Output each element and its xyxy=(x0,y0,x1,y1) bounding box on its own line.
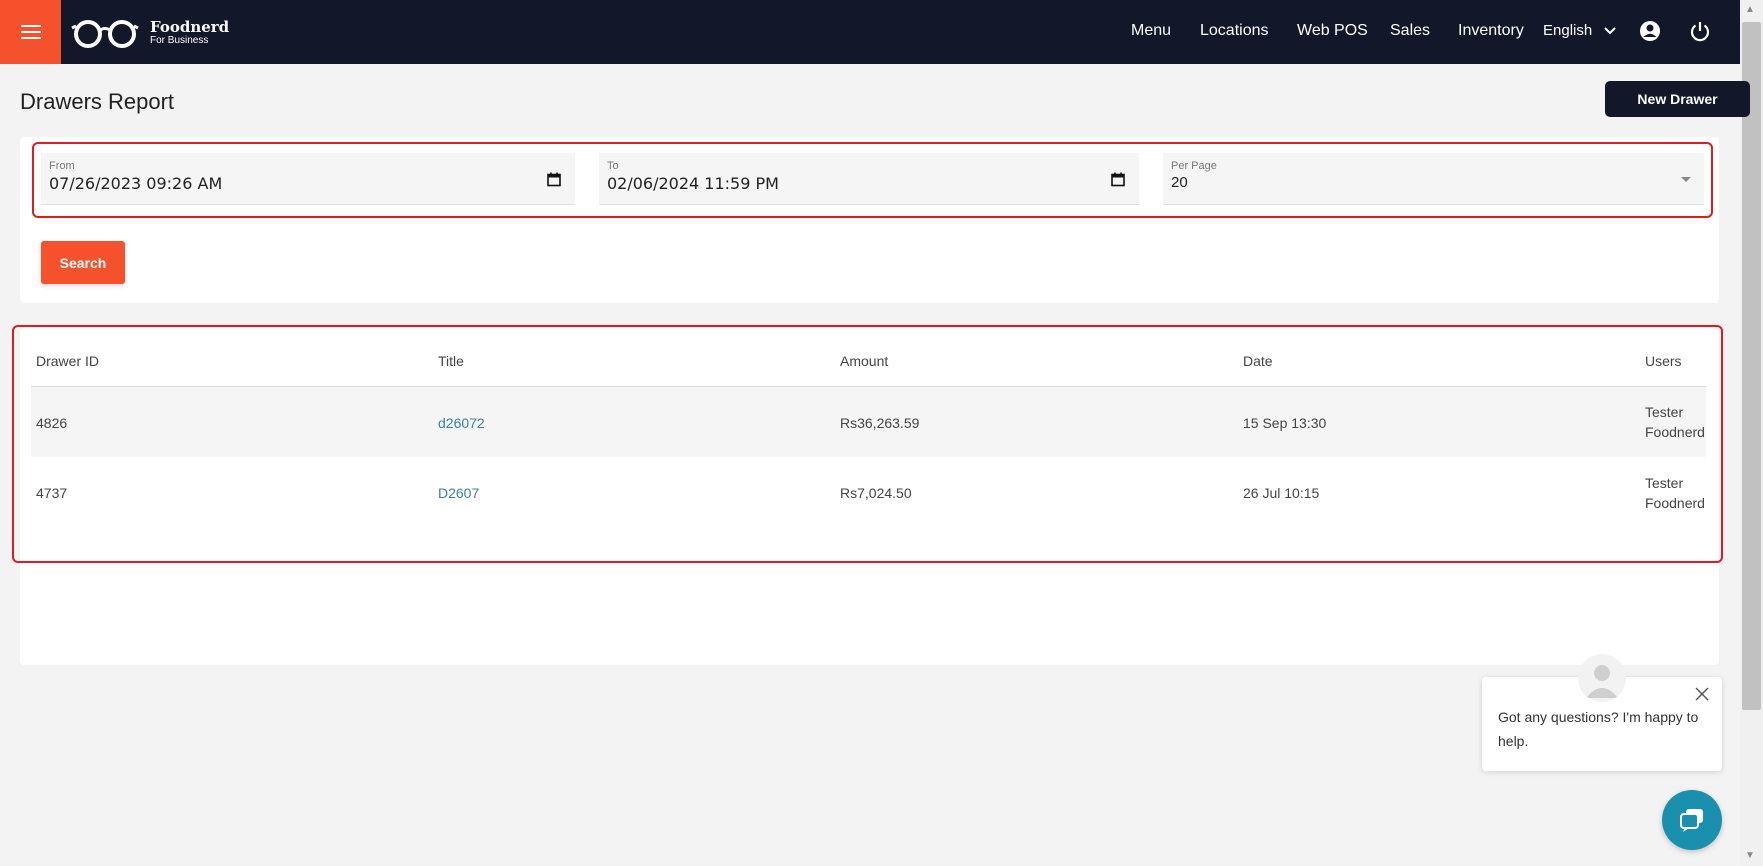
cell-users: Tester Foodnerd xyxy=(1645,402,1705,442)
page-title: Drawers Report xyxy=(20,89,175,114)
user-name: Foodnerd xyxy=(1645,495,1705,511)
user-name: Tester xyxy=(1645,404,1684,420)
header-users: Users xyxy=(1645,353,1682,369)
scroll-down-arrow-icon[interactable]: ▼ xyxy=(1745,850,1755,861)
language-selector[interactable]: English xyxy=(1543,22,1616,39)
cell-users: Tester Foodnerd xyxy=(1645,473,1705,513)
cell-title-link[interactable]: d26072 xyxy=(438,415,485,431)
nav-item-web-pos[interactable]: Web POS xyxy=(1297,22,1368,40)
power-logout-icon[interactable] xyxy=(1689,20,1711,42)
to-value: 02/06/2024 11:59 PM xyxy=(607,174,779,193)
cell-drawer-id: 4737 xyxy=(36,485,68,501)
user-name: Tester xyxy=(1645,475,1684,491)
chat-launcher-button[interactable] xyxy=(1662,790,1722,850)
scrollbar-thumb[interactable] xyxy=(1742,22,1761,710)
nav-item-inventory[interactable]: Inventory xyxy=(1458,22,1524,40)
language-label: English xyxy=(1543,22,1593,39)
chat-message-text: Got any questions? I'm happy to help. xyxy=(1498,709,1699,749)
cell-amount: Rs36,263.59 xyxy=(840,415,920,431)
header-title: Title xyxy=(438,353,464,369)
from-value: 07/26/2023 09:26 AM xyxy=(49,174,223,193)
to-label: To xyxy=(607,160,619,172)
user-avatar-icon xyxy=(1586,665,1618,698)
per-page-select[interactable]: Per Page 20 xyxy=(1163,153,1704,205)
cell-date: 26 Jul 10:15 xyxy=(1243,485,1320,501)
logo-name: Foodnerd xyxy=(150,18,230,36)
top-navbar: Foodnerd For Business Menu Locations Web… xyxy=(0,0,1740,64)
dropdown-arrow-icon xyxy=(1681,177,1691,182)
search-button[interactable]: Search xyxy=(41,241,125,284)
scroll-up-arrow-icon[interactable]: ▲ xyxy=(1745,4,1755,15)
user-account-icon[interactable] xyxy=(1639,20,1661,42)
header-amount: Amount xyxy=(840,353,889,369)
chevron-down-icon xyxy=(1604,26,1616,34)
nav-item-sales[interactable]: Sales xyxy=(1390,22,1430,40)
header-date: Date xyxy=(1243,353,1273,369)
from-date-field[interactable]: From 07/26/2023 09:26 AM xyxy=(41,153,575,205)
cell-title-link[interactable]: D2607 xyxy=(438,485,479,501)
hamburger-menu-button[interactable] xyxy=(0,0,61,64)
header-drawer-id: Drawer ID xyxy=(36,353,100,369)
per-page-value: 20 xyxy=(1171,174,1188,191)
to-date-field[interactable]: To 02/06/2024 11:59 PM xyxy=(599,153,1139,205)
chat-agent-avatar xyxy=(1578,654,1626,702)
new-drawer-button[interactable]: New Drawer xyxy=(1605,81,1750,117)
close-icon[interactable] xyxy=(1694,686,1710,702)
foodnerd-logo[interactable]: Foodnerd For Business xyxy=(70,18,229,48)
hamburger-icon xyxy=(20,25,41,39)
from-label: From xyxy=(49,160,75,172)
chat-icon xyxy=(1680,809,1703,832)
logo-subtitle: For Business xyxy=(150,35,209,46)
calendar-icon[interactable] xyxy=(547,172,561,187)
nav-item-locations[interactable]: Locations xyxy=(1200,22,1269,40)
per-page-label: Per Page xyxy=(1171,160,1217,172)
user-name: Foodnerd xyxy=(1645,424,1705,440)
cell-amount: Rs7,024.50 xyxy=(840,485,912,501)
glasses-logo-icon xyxy=(71,20,139,48)
calendar-icon[interactable] xyxy=(1111,172,1125,187)
nav-item-menu[interactable]: Menu xyxy=(1131,22,1171,40)
cell-drawer-id: 4826 xyxy=(36,415,68,431)
cell-date: 15 Sep 13:30 xyxy=(1243,415,1327,431)
